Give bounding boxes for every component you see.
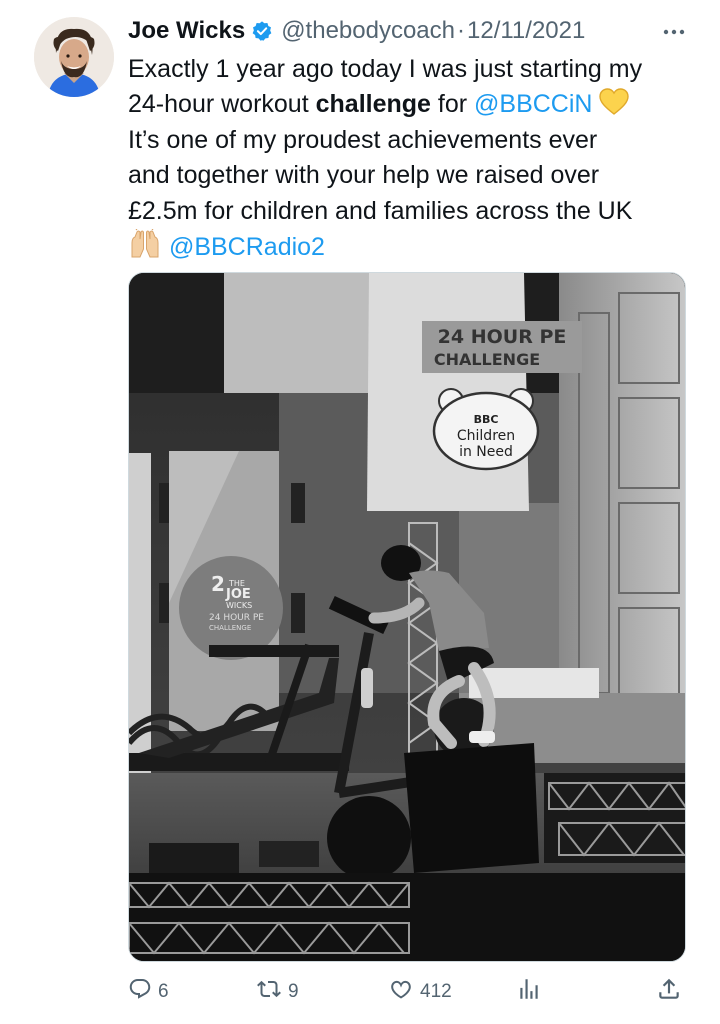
like-button[interactable]: 412 bbox=[388, 972, 452, 1012]
tweet-header: Joe Wicks @thebodycoach · 12/11/2021 bbox=[128, 14, 585, 48]
text-span: 24-hour workout bbox=[128, 90, 316, 119]
text-line: and together with your help we raised ov… bbox=[128, 158, 708, 193]
poster-number: 2 bbox=[211, 572, 225, 596]
retweet-button[interactable]: 9 bbox=[256, 972, 299, 1012]
text-span: It’s one of my proudest achievements eve… bbox=[128, 125, 598, 154]
poster-challenge: CHALLENGE bbox=[209, 624, 251, 632]
text-span: and together with your help we raised ov… bbox=[128, 161, 600, 190]
raising-hands-icon bbox=[128, 227, 162, 269]
tweet-photo[interactable]: 24 HOUR PE CHALLENGE BBC Children in Nee… bbox=[128, 272, 686, 962]
poster-joe: JOE bbox=[225, 587, 251, 602]
badge-children: Children bbox=[457, 428, 515, 444]
sign-title-1: 24 HOUR PE bbox=[438, 326, 567, 348]
reply-icon bbox=[128, 977, 152, 1007]
text-span: for bbox=[430, 90, 475, 119]
like-count: 412 bbox=[420, 981, 452, 1002]
mention-bbccin[interactable]: @BBCCiN bbox=[474, 90, 592, 118]
heart-icon bbox=[388, 977, 414, 1007]
text-line: £2.5m for children and families across t… bbox=[128, 194, 708, 229]
user-handle[interactable]: @thebodycoach bbox=[281, 17, 455, 45]
retweet-icon bbox=[256, 977, 282, 1007]
badge-bbc: BBC bbox=[474, 413, 499, 426]
action-bar: 6 9 412 bbox=[128, 972, 688, 1012]
avatar[interactable] bbox=[34, 17, 114, 97]
analytics-icon bbox=[516, 976, 542, 1008]
text-line: 24-hour workout challenge for @BBCCiN bbox=[128, 87, 708, 122]
verified-badge-icon[interactable] bbox=[251, 20, 273, 42]
badge-in-need: in Need bbox=[459, 444, 513, 460]
poster-24-hour: 24 HOUR PE bbox=[209, 613, 264, 623]
bold-text: challenge bbox=[315, 90, 431, 119]
text-line: Exactly 1 year ago today I was just star… bbox=[128, 52, 708, 87]
text-line: It’s one of my proudest achievements eve… bbox=[128, 123, 708, 158]
retweet-count: 9 bbox=[288, 981, 299, 1002]
more-options-icon[interactable] bbox=[656, 20, 692, 44]
share-button[interactable] bbox=[656, 972, 682, 1012]
display-name[interactable]: Joe Wicks bbox=[128, 17, 245, 45]
reply-count: 6 bbox=[158, 981, 169, 1002]
text-line: @BBCRadio2 bbox=[128, 227, 708, 264]
mention-bbcradio2[interactable]: @BBCRadio2 bbox=[169, 233, 325, 261]
tweet[interactable]: Joe Wicks @thebodycoach · 12/11/2021 Exa… bbox=[0, 0, 720, 1024]
text-span: £2.5m for children and families across t… bbox=[128, 196, 633, 225]
yellow-heart-icon bbox=[599, 88, 630, 126]
tweet-date[interactable]: 12/11/2021 bbox=[467, 17, 585, 45]
children-in-need-logo: BBC Children in Need bbox=[432, 388, 540, 471]
share-icon bbox=[656, 976, 682, 1008]
tweet-text: Exactly 1 year ago today I was just star… bbox=[128, 52, 708, 264]
reply-button[interactable]: 6 bbox=[128, 972, 169, 1012]
separator-dot: · bbox=[457, 17, 465, 44]
analytics-button[interactable] bbox=[516, 972, 542, 1012]
sign-title-2: CHALLENGE bbox=[434, 350, 540, 369]
text-span: Exactly 1 year ago today I was just star… bbox=[128, 55, 643, 83]
poster-wicks: WICKS bbox=[226, 601, 252, 610]
